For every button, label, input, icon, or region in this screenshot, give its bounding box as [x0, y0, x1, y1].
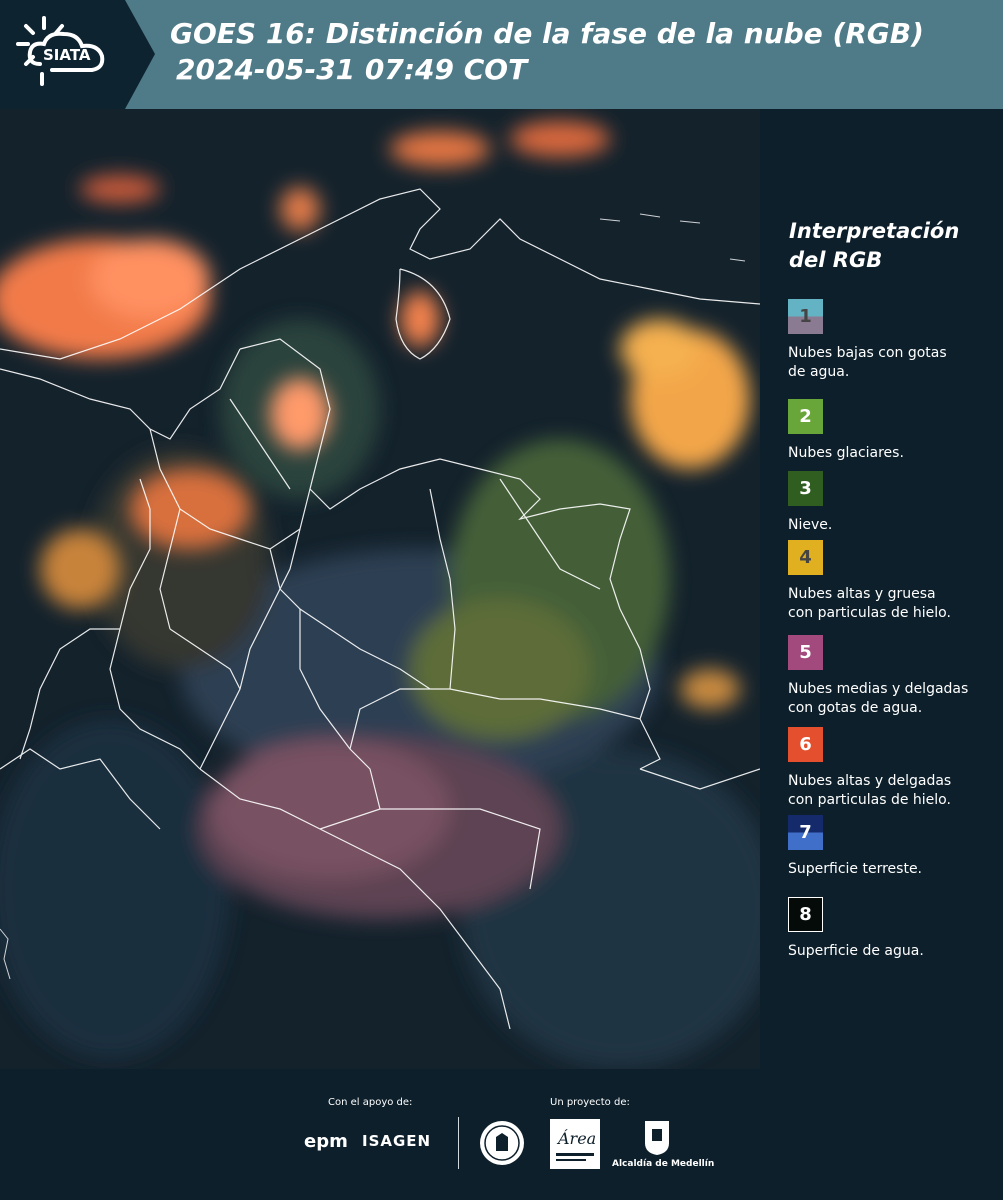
- legend-item-5: 5 Nubes medias y delgadas con gotas de agu…: [788, 635, 998, 718]
- legend-label: Nubes glaciares.: [788, 444, 998, 463]
- legend-swatch: 7: [788, 815, 823, 850]
- legend-label-line-1: Nubes altas y delgadas: [788, 773, 952, 789]
- legend-swatch: 4: [788, 540, 823, 575]
- legend-label-line-2: de agua.: [788, 364, 850, 380]
- area-logo-text: Área: [558, 1129, 597, 1148]
- legend-swatch: 3: [788, 471, 823, 506]
- satellite-map: [0, 109, 760, 1069]
- legend-item-7: 7 Superficie terreste.: [788, 815, 998, 879]
- legend-number: 6: [799, 734, 812, 755]
- footer-divider: [458, 1117, 459, 1169]
- legend-swatch: 8: [788, 897, 823, 932]
- legend-label-line-1: Nubes medias y delgadas: [788, 681, 969, 697]
- legend-number: 4: [799, 547, 812, 568]
- legend-item-2: 2 Nubes glaciares.: [788, 399, 998, 463]
- legend-item-1: 1 Nubes bajas con gotas de agua.: [788, 299, 998, 382]
- legend-label: Superficie de agua.: [788, 942, 998, 961]
- project-label: Un proyecto de:: [550, 1097, 630, 1108]
- title-line-2: 2024-05-31 07:49 COT: [176, 53, 528, 86]
- legend-number: 3: [799, 478, 812, 499]
- legend-item-8: 8 Superficie de agua.: [788, 897, 998, 961]
- legend-item-6: 6 Nubes altas y delgadas con particulas de…: [788, 727, 998, 810]
- legend-number: 1: [799, 306, 812, 327]
- footer: Con el apoyo de: Un proyecto de: epm ISA…: [0, 1069, 1003, 1200]
- legend-item-4: 4 Nubes altas y gruesa con particulas de h…: [788, 540, 998, 623]
- legend-label-line-1: Nubes bajas con gotas: [788, 345, 947, 361]
- satellite-imagery: [0, 109, 760, 1069]
- legend-label: Superficie terreste.: [788, 860, 998, 879]
- page-title: GOES 16: Distinción de la fase de la nub…: [170, 16, 924, 88]
- university-seal-icon: [480, 1121, 524, 1165]
- legend-number: 2: [799, 406, 812, 427]
- legend-label-line-1: Nubes altas y gruesa: [788, 586, 936, 602]
- header-bar: SIATA GOES 16: Distinción de la fase de …: [0, 0, 1003, 109]
- legend-label: Nieve.: [788, 516, 998, 535]
- alcaldia-shield-icon: [645, 1121, 669, 1155]
- legend-label-line-2: con particulas de hielo.: [788, 605, 951, 621]
- siata-logo-text: SIATA: [43, 46, 91, 64]
- legend-item-3: 3 Nieve.: [788, 471, 998, 535]
- legend-swatch: 5: [788, 635, 823, 670]
- legend-label: Nubes bajas con gotas de agua.: [788, 344, 998, 382]
- legend-swatch: 1: [788, 299, 823, 334]
- support-label: Con el apoyo de:: [328, 1097, 413, 1108]
- siata-logo: SIATA: [0, 0, 155, 109]
- legend-label-line-2: con gotas de agua.: [788, 700, 923, 716]
- legend-label: Nubes altas y delgadas con particulas de …: [788, 772, 998, 810]
- legend-label-line-1: Nieve.: [788, 517, 833, 533]
- legend-label: Nubes medias y delgadas con gotas de agua…: [788, 680, 998, 718]
- alcaldia-label: Alcaldía de Medellín: [612, 1159, 715, 1169]
- legend-label-line-1: Superficie de agua.: [788, 943, 924, 959]
- area-metropolitana-logo: Área: [550, 1119, 600, 1169]
- legend-label-line-1: Superficie terreste.: [788, 861, 923, 877]
- epm-logo: epm: [304, 1131, 348, 1152]
- legend-title: Interpretación del RGB: [789, 219, 960, 272]
- legend-panel: Interpretación del RGB 1 Nubes bajas con …: [760, 109, 1003, 1069]
- isagen-logo: ISAGEN: [362, 1132, 432, 1150]
- legend-number: 5: [799, 642, 812, 663]
- legend-number: 7: [799, 822, 812, 843]
- legend-swatch: 2: [788, 399, 823, 434]
- legend-label-line-2: con particulas de hielo.: [788, 792, 951, 808]
- legend-label-line-1: Nubes glaciares.: [788, 445, 904, 461]
- legend-number: 8: [799, 904, 812, 925]
- title-line-1: GOES 16: Distinción de la fase de la nub…: [170, 17, 924, 50]
- legend-swatch: 6: [788, 727, 823, 762]
- legend-label: Nubes altas y gruesa con particulas de hi…: [788, 585, 998, 623]
